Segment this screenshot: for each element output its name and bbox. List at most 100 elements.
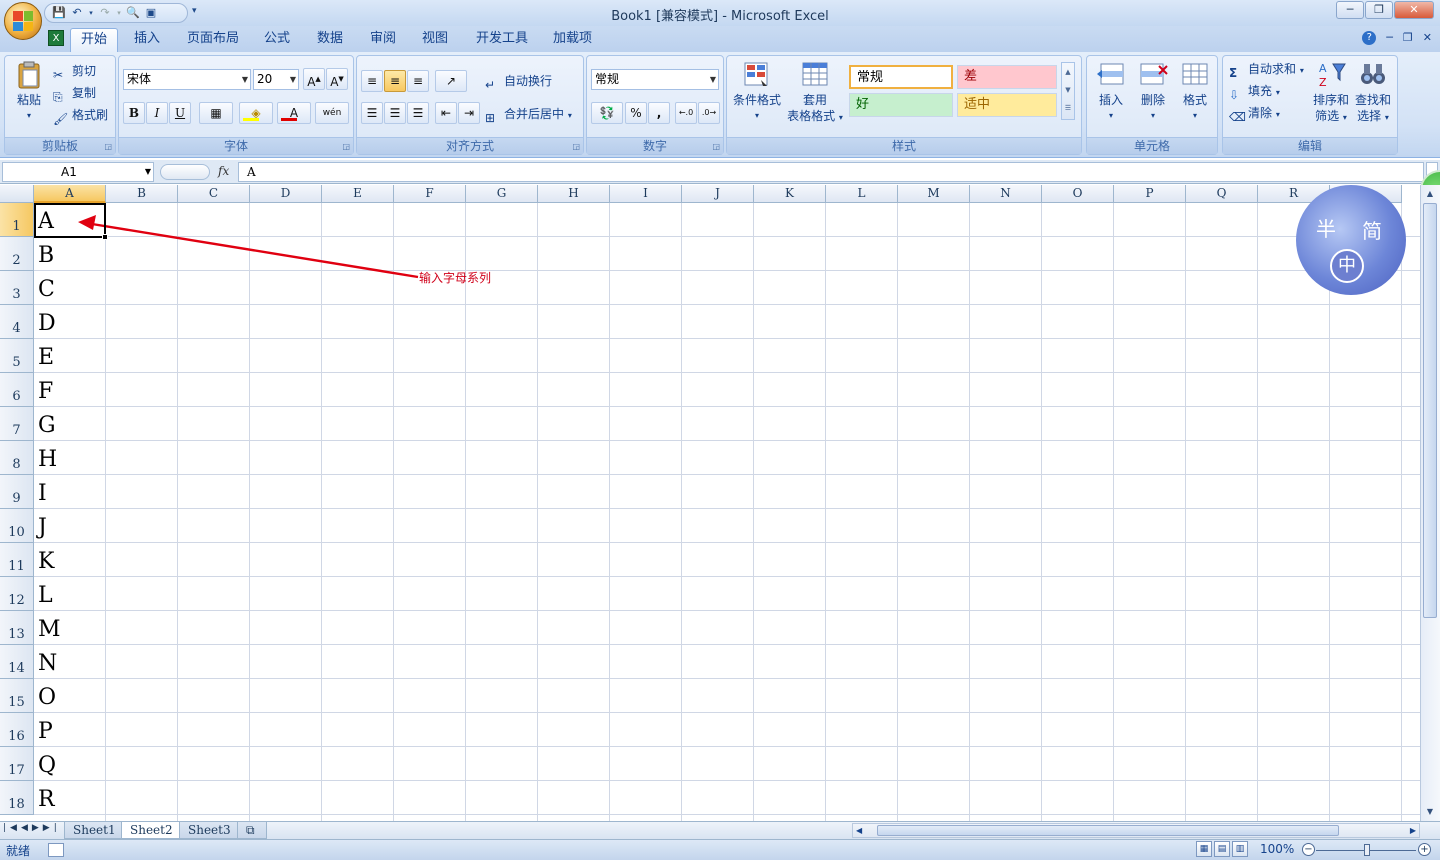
cell-a16[interactable]: P <box>35 713 105 746</box>
cell-a3[interactable]: C <box>35 271 105 304</box>
style-normal[interactable]: 常规 <box>849 65 953 89</box>
row-header[interactable]: 12 <box>0 577 34 611</box>
insert-sheet-icon[interactable]: ⧉ <box>237 822 267 839</box>
cell-a2[interactable]: B <box>35 237 105 270</box>
percent-button[interactable]: % <box>625 102 647 124</box>
find-select-button[interactable]: 查找和 选择 ▾ <box>1351 60 1395 126</box>
styles-gallery-scroll[interactable]: ▲ ▼ ☰ <box>1061 62 1075 120</box>
expand-handle-icon[interactable] <box>160 164 210 180</box>
dialog-launcher-icon[interactable]: ◲ <box>712 142 720 151</box>
sort-filter-button[interactable]: AZ 排序和 筛选 ▾ <box>1309 60 1353 126</box>
align-bottom-button[interactable]: ≡ <box>407 70 429 92</box>
row-header[interactable]: 15 <box>0 679 34 713</box>
font-size-select[interactable]: 20 ▼ <box>253 69 299 90</box>
scroll-left-icon[interactable]: ◀ <box>856 824 862 837</box>
page-layout-view-icon[interactable]: ▤ <box>1214 841 1230 857</box>
row-header[interactable]: 9 <box>0 475 34 509</box>
vertical-scroll-thumb[interactable] <box>1423 203 1437 618</box>
tab-addins[interactable]: 加载项 <box>543 28 602 52</box>
align-center-button[interactable]: ☰ <box>384 102 406 124</box>
insert-cells-button[interactable]: 插入 ▾ <box>1091 60 1131 124</box>
zoom-in-icon[interactable]: + <box>1418 843 1431 856</box>
row-header[interactable]: 13 <box>0 611 34 645</box>
cell-a18[interactable]: R <box>35 781 105 814</box>
delete-cells-button[interactable]: 删除 ▾ <box>1133 60 1173 124</box>
sheet-nav-icon[interactable]: |◀◀▶▶| <box>3 823 61 833</box>
tab-page-layout[interactable]: 页面布局 <box>177 28 249 52</box>
cell-a4[interactable]: D <box>35 305 105 338</box>
cell-a7[interactable]: G <box>35 407 105 440</box>
font-name-select[interactable]: 宋体 ▼ <box>123 69 251 90</box>
border-button[interactable]: ▦ <box>199 102 233 124</box>
format-as-table-button[interactable]: 套用 表格格式 ▾ <box>783 60 847 126</box>
fill-handle[interactable] <box>102 234 108 240</box>
column-header[interactable]: I <box>610 185 682 203</box>
minimize-icon[interactable]: ─ <box>1386 31 1393 45</box>
underline-button[interactable]: U <box>169 102 191 124</box>
sheet-tab[interactable]: Sheet1 <box>64 822 125 839</box>
format-cells-button[interactable]: 格式 ▾ <box>1175 60 1215 124</box>
comma-button[interactable]: , <box>648 102 670 124</box>
scroll-right-icon[interactable]: ▶ <box>1410 824 1416 837</box>
column-header[interactable]: Q <box>1186 185 1258 203</box>
column-header[interactable]: G <box>466 185 538 203</box>
row-header[interactable]: 17 <box>0 747 34 781</box>
merge-center-button[interactable]: ⊞ 合并后居中 ▾ <box>485 104 572 125</box>
row-header[interactable]: 8 <box>0 441 34 475</box>
grow-font-button[interactable]: A▲ <box>303 68 325 90</box>
fill-color-button[interactable]: ◈ <box>239 102 273 124</box>
name-box[interactable]: A1 ▼ <box>2 162 154 182</box>
cell-a12[interactable]: L <box>35 577 105 610</box>
conditional-formatting-button[interactable]: 条件格式 ▾ <box>729 60 785 124</box>
restore-icon[interactable]: ❐ <box>1365 1 1393 19</box>
zoom-out-icon[interactable]: − <box>1302 843 1315 856</box>
restore-icon[interactable]: ❐ <box>1403 31 1413 45</box>
decrease-decimal-button[interactable]: .0→ <box>698 102 720 124</box>
row-header[interactable]: 18 <box>0 781 34 815</box>
row-header[interactable]: 16 <box>0 713 34 747</box>
paste-button[interactable]: 粘贴 ▾ <box>9 60 49 124</box>
cell-a14[interactable]: N <box>35 645 105 678</box>
column-header[interactable]: C <box>178 185 250 203</box>
cell-a9[interactable]: I <box>35 475 105 508</box>
number-format-select[interactable]: 常规 ▼ <box>591 69 719 90</box>
bold-button[interactable]: B <box>123 102 145 124</box>
tab-developer[interactable]: 开发工具 <box>466 28 538 52</box>
row-header[interactable]: 7 <box>0 407 34 441</box>
accounting-format-button[interactable]: 💱 <box>591 102 623 124</box>
row-header[interactable]: 2 <box>0 237 34 271</box>
page-break-view-icon[interactable]: ▥ <box>1232 841 1248 857</box>
cell-a17[interactable]: Q <box>35 747 105 780</box>
style-neutral[interactable]: 适中 <box>957 93 1057 117</box>
cell-a10[interactable]: J <box>35 509 105 542</box>
column-header[interactable]: B <box>106 185 178 203</box>
shrink-font-button[interactable]: A▼ <box>326 68 348 90</box>
format-painter-button[interactable]: 🖌 格式刷 <box>53 105 108 126</box>
scroll-down-icon[interactable]: ▼ <box>1423 805 1437 819</box>
align-left-button[interactable]: ☰ <box>361 102 383 124</box>
column-header[interactable]: E <box>322 185 394 203</box>
normal-view-icon[interactable]: ▦ <box>1196 841 1212 857</box>
row-header[interactable]: 10 <box>0 509 34 543</box>
copy-button[interactable]: ⎘ 复制 <box>53 83 96 104</box>
row-header[interactable]: 5 <box>0 339 34 373</box>
column-header[interactable]: N <box>970 185 1042 203</box>
wrap-text-button[interactable]: ↵ 自动换行 <box>485 71 552 92</box>
row-header[interactable]: 1 <box>0 203 34 237</box>
cell-a8[interactable]: H <box>35 441 105 474</box>
row-header[interactable]: 4 <box>0 305 34 339</box>
align-right-button[interactable]: ☰ <box>407 102 429 124</box>
font-color-button[interactable]: A <box>277 102 311 124</box>
column-header[interactable]: H <box>538 185 610 203</box>
sheet-tab[interactable]: Sheet3 <box>179 822 240 839</box>
sheet-tab-active[interactable]: Sheet2 <box>121 822 182 839</box>
dialog-launcher-icon[interactable]: ◲ <box>572 142 580 151</box>
column-header[interactable]: P <box>1114 185 1186 203</box>
orientation-button[interactable]: ↗ <box>435 70 467 92</box>
style-bad[interactable]: 差 <box>957 65 1057 89</box>
autosum-button[interactable]: Σ 自动求和 ▾ <box>1229 59 1304 80</box>
tab-view[interactable]: 视图 <box>412 28 458 52</box>
cell-a6[interactable]: F <box>35 373 105 406</box>
row-header[interactable]: 3 <box>0 271 34 305</box>
decrease-indent-button[interactable]: ⇤ <box>435 102 457 124</box>
